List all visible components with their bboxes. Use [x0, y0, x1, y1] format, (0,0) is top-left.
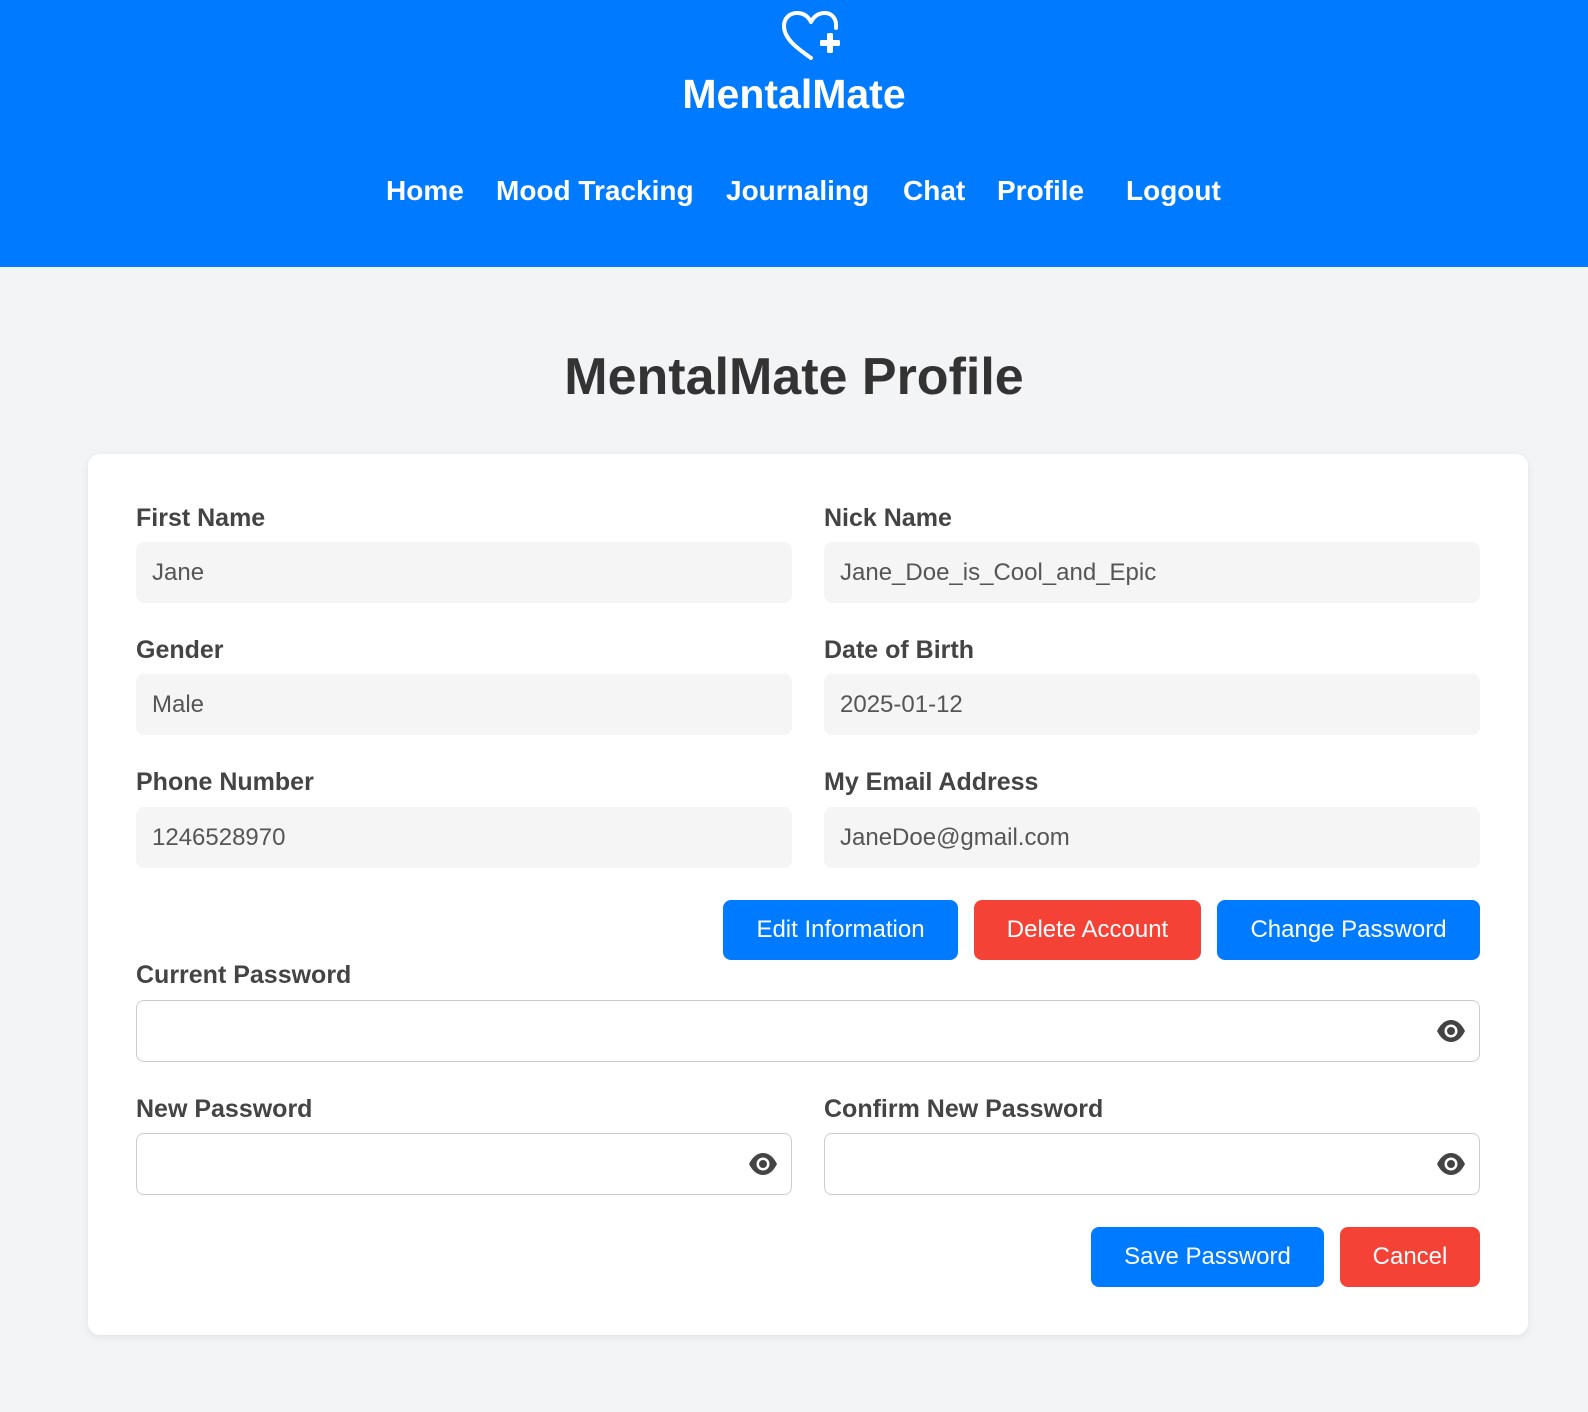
eye-icon[interactable] — [1436, 1151, 1466, 1177]
delete-account-button[interactable]: Delete Account — [974, 900, 1201, 960]
eye-icon[interactable] — [1436, 1018, 1466, 1044]
confirm-password-input[interactable] — [824, 1133, 1480, 1195]
heart-plus-icon — [782, 11, 840, 60]
current-password-label: Current Password — [136, 961, 352, 989]
dob-field[interactable]: 2025-01-12 — [824, 674, 1480, 735]
app-header: MentalMate Home Mood Tracking Journaling… — [0, 0, 1588, 267]
confirm-password-label: Confirm New Password — [824, 1095, 1104, 1123]
profile-card: First Name Jane Nick Name Jane_Doe_is_Co… — [88, 454, 1528, 1335]
gender-label: Gender — [136, 636, 224, 664]
current-password-input[interactable] — [136, 1000, 1480, 1062]
nick-name-field[interactable]: Jane_Doe_is_Cool_and_Epic — [824, 542, 1480, 603]
eye-icon[interactable] — [748, 1151, 778, 1177]
nav-logout[interactable]: Logout — [1126, 171, 1221, 211]
change-password-button[interactable]: Change Password — [1217, 900, 1480, 960]
email-label: My Email Address — [824, 768, 1039, 796]
phone-label: Phone Number — [136, 768, 314, 796]
first-name-field[interactable]: Jane — [136, 542, 792, 603]
edit-information-button[interactable]: Edit Information — [723, 900, 958, 960]
first-name-label: First Name — [136, 504, 266, 532]
cancel-button[interactable]: Cancel — [1340, 1227, 1480, 1287]
email-field[interactable]: JaneDoe@gmail.com — [824, 807, 1480, 868]
new-password-label: New Password — [136, 1095, 313, 1123]
gender-field[interactable]: Male — [136, 674, 792, 735]
save-password-button[interactable]: Save Password — [1091, 1227, 1324, 1287]
dob-label: Date of Birth — [824, 636, 974, 664]
new-password-input[interactable] — [136, 1133, 792, 1195]
main-nav: Home Mood Tracking Journaling Chat Profi… — [0, 171, 1588, 211]
nav-home[interactable]: Home — [386, 171, 464, 211]
nav-journaling[interactable]: Journaling — [726, 171, 869, 211]
phone-field[interactable]: 1246528970 — [136, 807, 792, 868]
nav-mood-tracking[interactable]: Mood Tracking — [496, 171, 694, 211]
nick-name-label: Nick Name — [824, 504, 952, 532]
nav-chat[interactable]: Chat — [903, 171, 965, 211]
page-title: MentalMate Profile — [564, 348, 1024, 406]
brand-name: MentalMate — [682, 71, 906, 117]
nav-profile[interactable]: Profile — [997, 171, 1084, 211]
